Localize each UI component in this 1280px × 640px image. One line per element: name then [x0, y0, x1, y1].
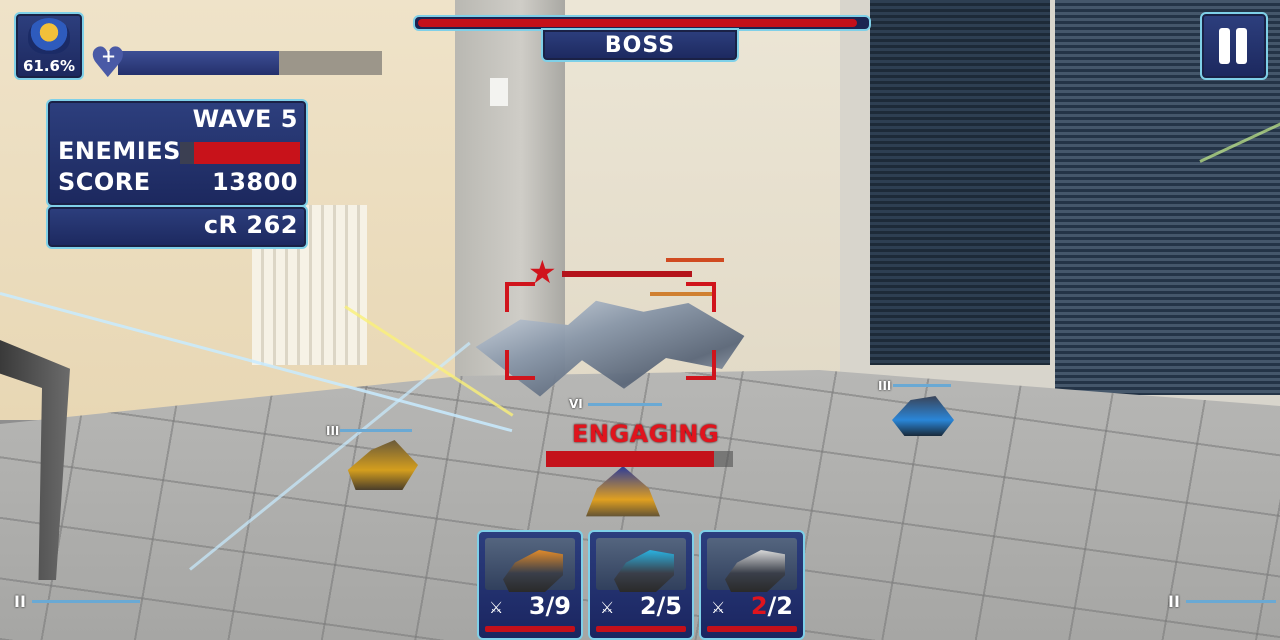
target-bracket [686, 350, 716, 380]
card-art [707, 538, 797, 592]
turret-icon [725, 550, 785, 592]
engage-progress-bar [546, 451, 733, 467]
enemies-remaining-bar [180, 142, 300, 164]
card-used: 2 [639, 592, 657, 620]
status-engaging: ENGAGING [572, 420, 720, 448]
turret-health-bar [893, 384, 951, 387]
restroom-sign [490, 78, 508, 106]
turret-rank: II [14, 592, 26, 611]
player-avatar: 61.6% [14, 12, 84, 80]
enemies-remaining-fill [194, 142, 300, 164]
pause-button[interactable] [1200, 12, 1268, 80]
turret-rank: VI [569, 397, 583, 411]
target-bracket [686, 282, 716, 312]
wave-stats-panel: WAVE 5 ENEMIES SCORE 13800 [46, 99, 308, 207]
turret-health-bar [588, 403, 662, 406]
card-art [596, 538, 686, 592]
enemies-label: ENEMIES [58, 137, 181, 165]
turret-icon [503, 550, 563, 592]
card-count: 2/5 [640, 592, 682, 620]
card-total: /9 [545, 592, 571, 620]
card-total: /5 [656, 592, 682, 620]
score-value: 13800 [212, 168, 298, 196]
card-art [485, 538, 575, 592]
base-health-fill [118, 51, 280, 75]
build-card-cyan-turret[interactable]: ⚔ 2/5 [588, 530, 694, 640]
turret-icon [614, 550, 674, 592]
card-count: 3/9 [529, 592, 571, 620]
build-card-orange-turret[interactable]: ⚔ 3/9 [477, 530, 583, 640]
boss-label-box: BOSS [541, 28, 739, 62]
turret-health-bar [32, 600, 140, 603]
boss-label: BOSS [604, 33, 676, 58]
target-shield-bar [666, 258, 724, 262]
boss-health-fill [418, 19, 857, 27]
base-health-bar [118, 51, 382, 75]
player-percent: 61.6% [22, 57, 76, 75]
score-label: SCORE [58, 168, 151, 196]
build-card-white-turret[interactable]: ⚔ 2/2 [699, 530, 805, 640]
card-cooldown-bar [485, 626, 575, 632]
turret-health-bar [340, 429, 412, 432]
credits-panel: cR 262 [46, 205, 308, 249]
turret-health-bar [1186, 600, 1276, 603]
turret-rank: II [1168, 592, 1180, 611]
turret-rank: III [326, 424, 340, 438]
credits-value: cR 262 [203, 211, 298, 239]
target-bracket [505, 350, 535, 380]
soldier-icon: ⚔ [711, 598, 726, 617]
soldier-icon: ⚔ [600, 598, 615, 617]
soldier-icon: ⚔ [489, 598, 504, 617]
target-bracket [505, 282, 535, 312]
card-count: 2/2 [751, 592, 793, 620]
plus-icon: + [101, 46, 117, 67]
engage-progress-fill [546, 451, 715, 467]
wave-label: WAVE 5 [192, 105, 298, 133]
helmet-icon [28, 18, 70, 54]
turret-rank: III [878, 379, 892, 393]
target-health-bar [562, 271, 692, 277]
card-used: 3 [528, 592, 546, 620]
card-total: /2 [767, 592, 793, 620]
window-blind-left [870, 0, 1050, 365]
card-used: 2 [750, 592, 768, 620]
card-cooldown-bar [596, 626, 686, 632]
card-cooldown-bar [707, 626, 797, 632]
